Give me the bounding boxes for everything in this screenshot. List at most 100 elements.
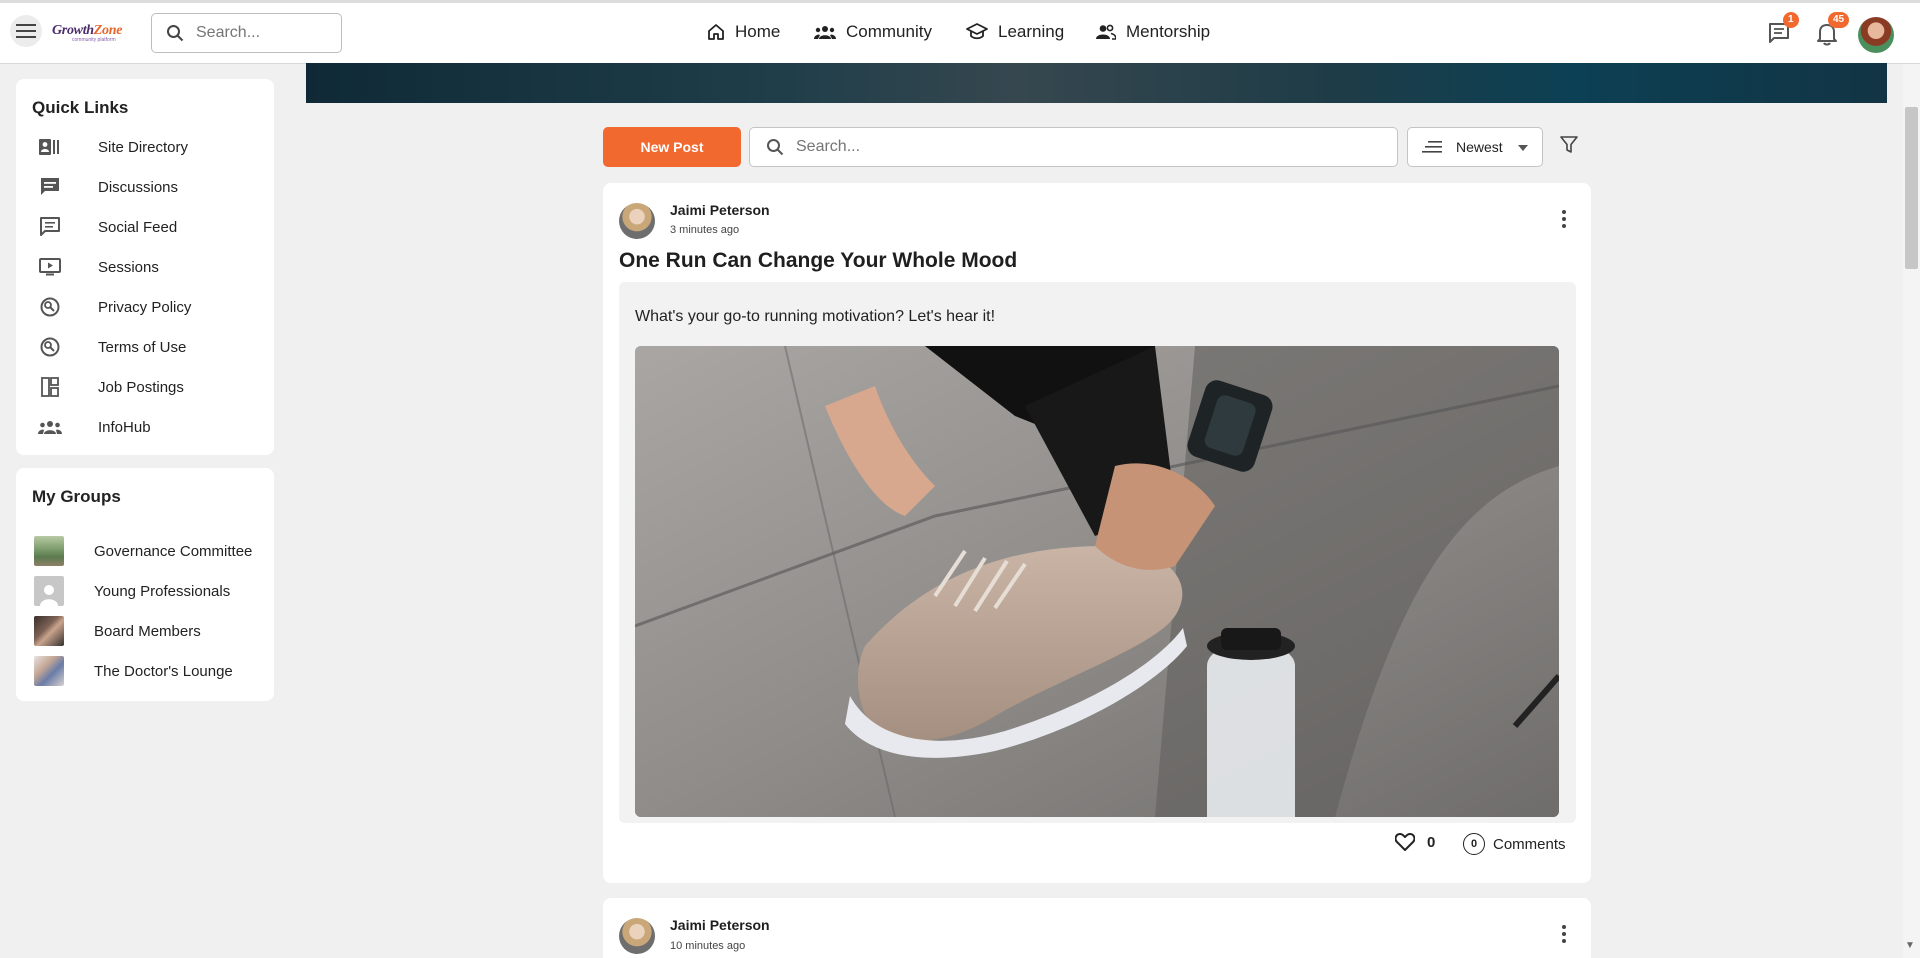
filter-button[interactable] (1560, 136, 1578, 159)
heart-icon (1395, 833, 1415, 851)
sort-icon (1422, 141, 1442, 153)
feed-search[interactable] (749, 127, 1398, 167)
filter-icon (1560, 136, 1578, 153)
post-author[interactable]: Jaimi Peterson (670, 917, 770, 933)
post-card: Jaimi Peterson 3 minutes ago One Run Can… (603, 183, 1591, 883)
nav-home-label: Home (735, 22, 781, 41)
quick-links-card: Quick Links Site Directory Discussions S… (16, 79, 274, 455)
like-button[interactable]: 0 (1395, 833, 1435, 851)
quick-link-label: Privacy Policy (98, 298, 192, 316)
group-thumbnail (34, 616, 64, 646)
nav-learning-label: Learning (998, 22, 1065, 41)
group-label: Young Professionals (94, 582, 231, 600)
group-item-board-members[interactable]: Board Members (34, 616, 201, 646)
group-item-doctors-lounge[interactable]: The Doctor's Lounge (34, 656, 233, 686)
quick-link-privacy-policy[interactable]: Privacy Policy (38, 294, 191, 320)
quick-link-discussions[interactable]: Discussions (38, 174, 178, 200)
user-avatar[interactable] (1858, 17, 1894, 53)
post-image[interactable] (635, 346, 1559, 817)
notifications-badge: 45 (1828, 12, 1850, 28)
group-label: Board Members (94, 622, 201, 640)
group-icon (38, 415, 62, 439)
home-icon (708, 24, 724, 40)
logo-text-accent: Zone (93, 23, 123, 38)
group-label: The Doctor's Lounge (94, 662, 233, 680)
group-item-young-professionals[interactable]: Young Professionals (34, 576, 231, 606)
quick-link-label: Social Feed (98, 218, 178, 236)
nav-learning[interactable]: Learning (966, 22, 1064, 42)
author-avatar[interactable] (619, 203, 655, 239)
post-options-button[interactable] (1552, 207, 1576, 231)
scrollbar-thumb[interactable] (1905, 107, 1918, 269)
menu-icon[interactable] (10, 15, 42, 47)
dashboard-icon (38, 375, 62, 399)
author-avatar[interactable] (619, 918, 655, 954)
sort-value: Newest (1456, 139, 1503, 155)
global-search[interactable] (151, 13, 342, 53)
quick-link-site-directory[interactable]: Site Directory (38, 134, 188, 160)
sort-dropdown[interactable]: Newest (1407, 127, 1543, 167)
comment-count: 0 (1463, 833, 1485, 855)
group-placeholder-icon (34, 576, 64, 606)
logo-text: Growth (52, 23, 94, 38)
mentorship-icon (1096, 24, 1116, 40)
community-icon (814, 26, 836, 39)
top-bar: GrowthZone community platform Home Commu… (0, 0, 1920, 64)
post-card: Jaimi Peterson 10 minutes ago (603, 898, 1591, 958)
search-icon (767, 139, 784, 156)
quick-link-sessions[interactable]: Sessions (38, 254, 159, 280)
comments-label: Comments (1493, 835, 1566, 853)
policy-icon (38, 335, 62, 359)
global-search-input[interactable] (196, 24, 326, 42)
feed-search-input[interactable] (796, 138, 1296, 156)
nav-mentorship-label: Mentorship (1126, 22, 1211, 41)
logo-tagline: community platform (72, 37, 116, 43)
quick-link-label: Terms of Use (98, 338, 187, 356)
caret-down-icon (1518, 145, 1528, 151)
running-shoe-photo (635, 346, 1559, 817)
quick-link-infohub[interactable]: InfoHub (38, 414, 151, 440)
quick-link-job-postings[interactable]: Job Postings (38, 374, 184, 400)
comments-button[interactable]: 0 Comments (1463, 833, 1566, 855)
post-body-text: What's your go-to running motivation? Le… (635, 308, 996, 325)
group-thumbnail (34, 536, 64, 566)
like-count: 0 (1427, 833, 1436, 851)
cover-banner-image (306, 63, 1887, 103)
my-groups-title: My Groups (32, 487, 121, 506)
nav-community-label: Community (846, 22, 932, 41)
nav-community[interactable]: Community (814, 22, 932, 42)
nav-mentorship[interactable]: Mentorship (1096, 22, 1210, 42)
quick-link-label: Sessions (98, 258, 159, 276)
search-icon (167, 25, 184, 42)
post-content: What's your go-to running motivation? Le… (619, 282, 1576, 823)
post-author[interactable]: Jaimi Peterson (670, 202, 770, 218)
quick-links-title: Quick Links (32, 98, 129, 117)
directory-icon (38, 135, 62, 159)
quick-link-label: Site Directory (98, 138, 189, 156)
post-title[interactable]: One Run Can Change Your Whole Mood (619, 249, 1017, 273)
graduation-cap-icon (966, 23, 988, 40)
post-options-button[interactable] (1552, 922, 1576, 946)
growthzone-logo[interactable]: GrowthZone community platform (52, 23, 134, 47)
group-label: Governance Committee (94, 542, 253, 560)
scroll-down-arrow-icon[interactable]: ▼ (1905, 940, 1915, 951)
policy-icon (38, 295, 62, 319)
quick-link-label: Job Postings (98, 378, 184, 396)
nav-home[interactable]: Home (707, 22, 780, 42)
video-icon (38, 255, 62, 279)
discussion-icon (38, 175, 62, 199)
group-item-governance-committee[interactable]: Governance Committee (34, 536, 253, 566)
post-timestamp: 10 minutes ago (670, 940, 746, 952)
more-vertical-icon (1562, 210, 1566, 228)
quick-link-terms-of-use[interactable]: Terms of Use (38, 334, 186, 360)
quick-link-social-feed[interactable]: Social Feed (38, 214, 177, 240)
post-timestamp: 3 minutes ago (670, 224, 740, 236)
new-post-button[interactable]: New Post (603, 127, 741, 167)
quick-link-label: Discussions (98, 178, 179, 196)
messages-button[interactable]: 1 (1768, 12, 1799, 49)
messages-badge: 1 (1783, 12, 1799, 28)
more-vertical-icon (1562, 925, 1566, 943)
notifications-button[interactable]: 45 (1816, 12, 1850, 51)
feed-icon (38, 215, 62, 239)
my-groups-card: My Groups Governance Committee Young Pro… (16, 468, 274, 701)
